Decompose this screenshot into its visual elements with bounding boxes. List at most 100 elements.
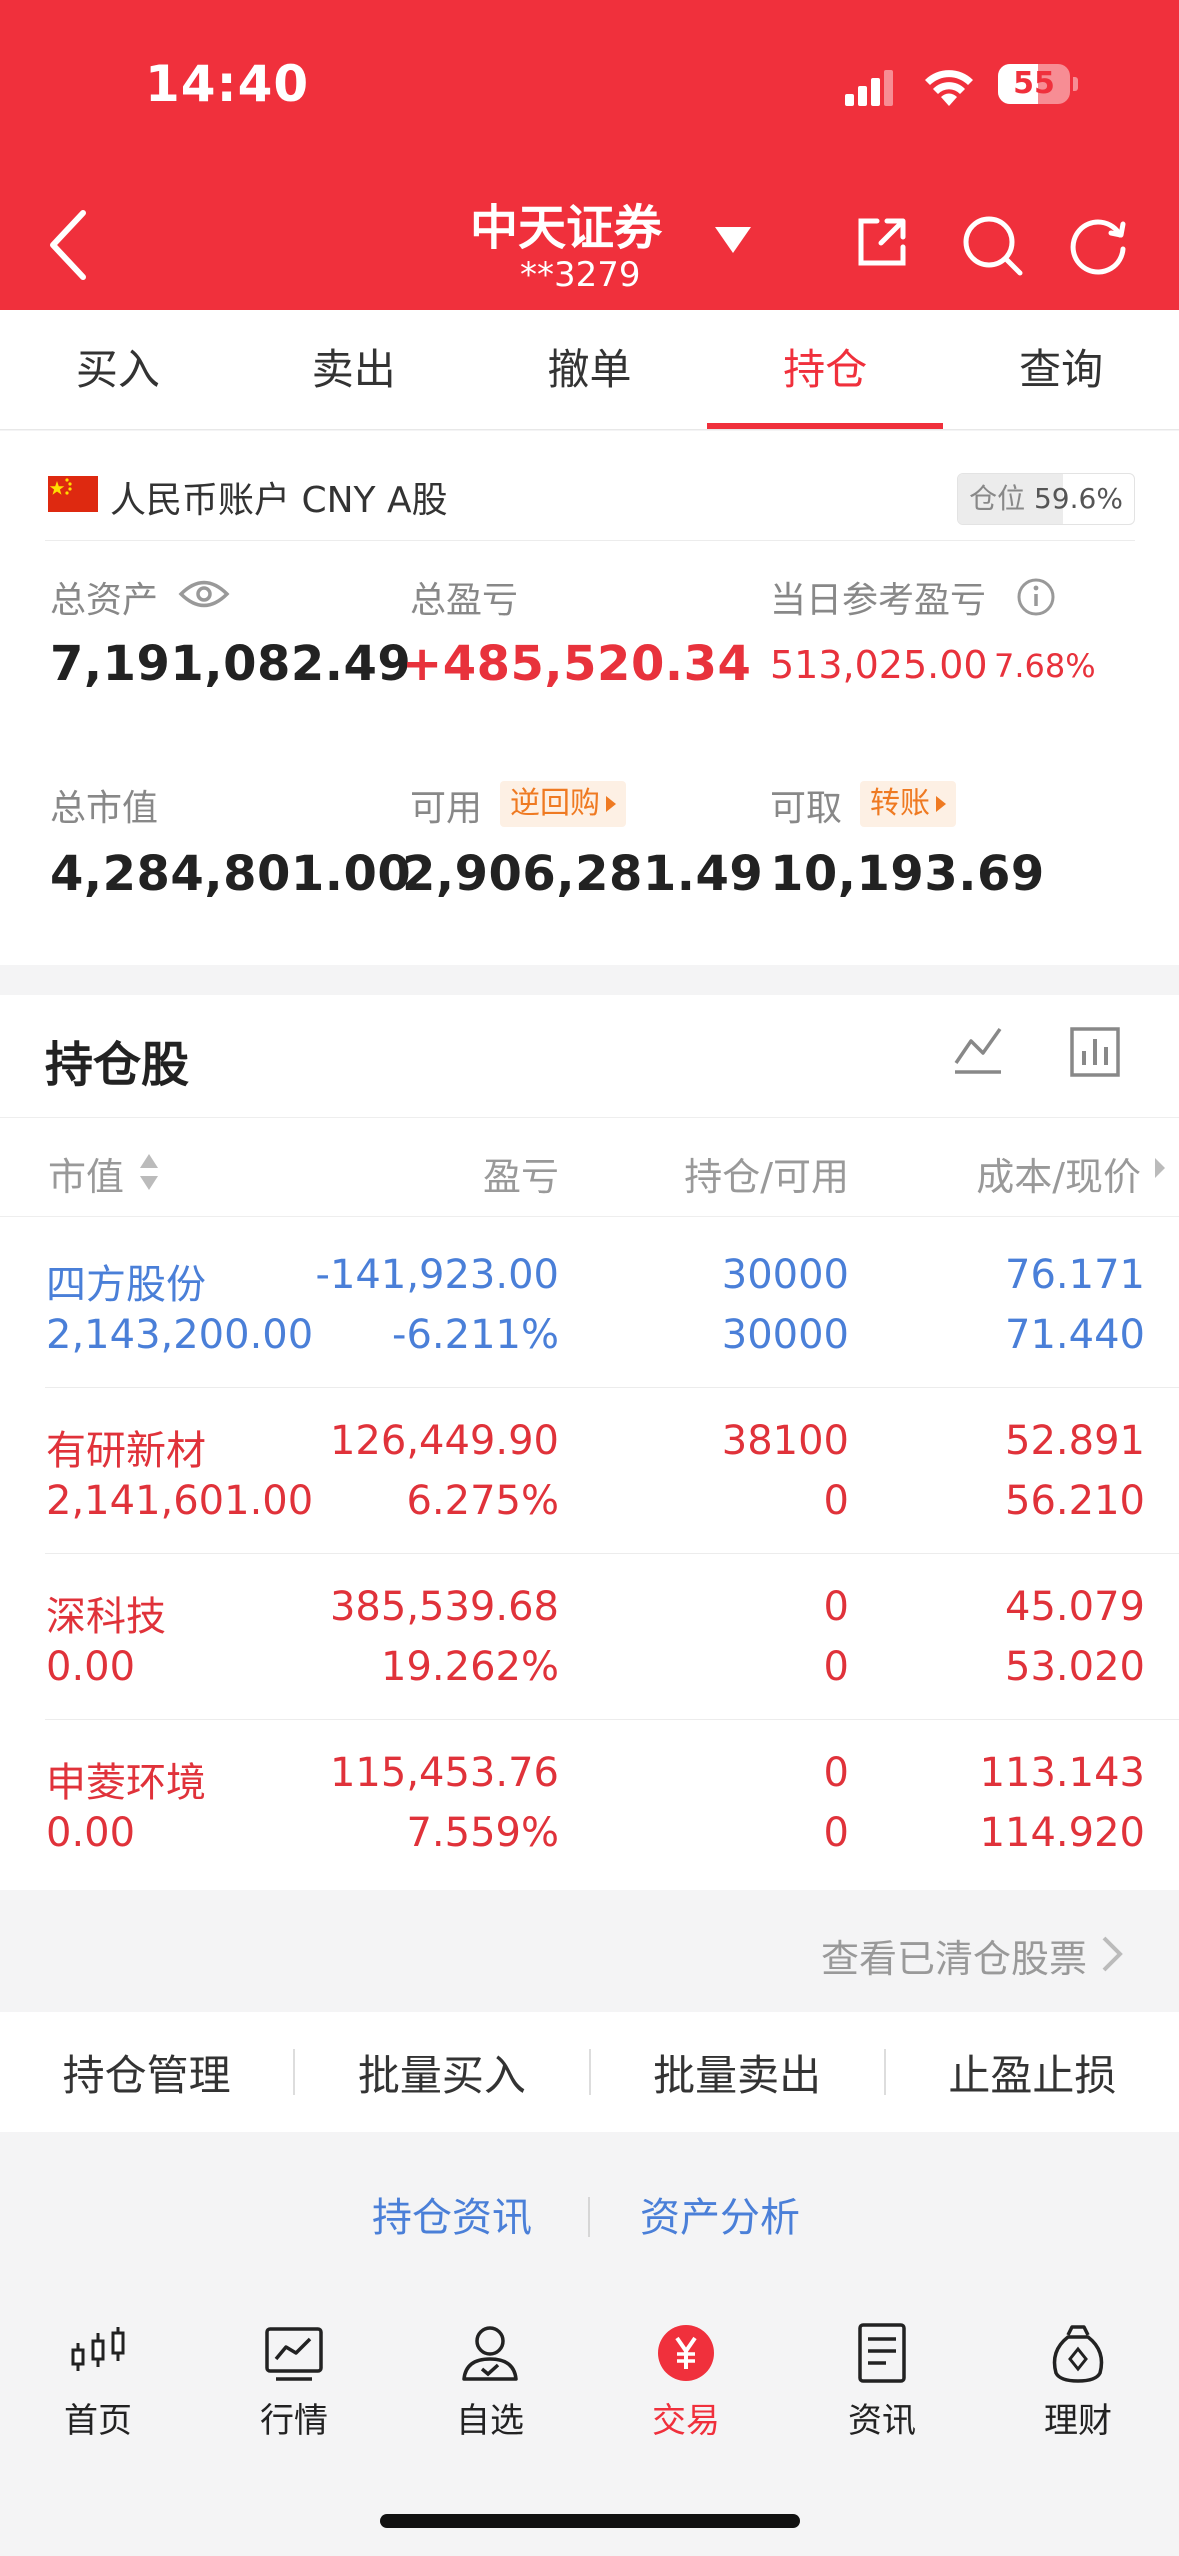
money-bag-icon: [1052, 2325, 1104, 2383]
holdings-header: 市值 盈亏 持仓/可用 成本/现价: [0, 1117, 1179, 1217]
holding-cost: 52.891: [1005, 1418, 1145, 1464]
table-row[interactable]: 有研新材 2,141,601.00 126,449.90 6.275% 38100 0 52…: [0, 1388, 1179, 1554]
col-position: 持仓/可用: [684, 1155, 849, 1199]
holding-position: 0: [823, 1584, 849, 1630]
info-links: 持仓资讯 资产分析: [0, 2175, 1179, 2255]
trend-chart-icon[interactable]: [953, 1025, 1003, 1075]
position-value: 59.6%: [1033, 482, 1123, 515]
tabbar-trade[interactable]: 交易: [606, 2321, 766, 2442]
status-time: 14:40: [145, 55, 310, 113]
holding-available: 0: [823, 1810, 849, 1856]
holding-pnl-pct: -6.211%: [392, 1312, 559, 1358]
withdrawable-value: 10,193.69: [770, 846, 1045, 902]
reverse-repo-tag[interactable]: 逆回购: [500, 781, 626, 827]
bar-chart-icon[interactable]: [1070, 1027, 1120, 1077]
stop-profit-loss-button[interactable]: 止盈止损: [886, 2042, 1179, 2103]
position-badge: 仓位 59.6%: [957, 473, 1135, 525]
holding-market-value: 0.00: [46, 1810, 136, 1856]
manage-holdings-button[interactable]: 持仓管理: [0, 2042, 293, 2103]
chevron-right-icon: [1102, 1936, 1123, 1972]
cleared-stocks-link[interactable]: 查看已清仓股票: [0, 1890, 1179, 2010]
back-button[interactable]: [45, 205, 95, 285]
holding-pnl-pct: 6.275%: [406, 1478, 559, 1524]
col-market-value[interactable]: 市值: [48, 1146, 124, 1201]
today-pnl-value: 513,025.00: [770, 643, 988, 687]
share-icon[interactable]: [853, 213, 911, 271]
tab-sell[interactable]: 卖出: [236, 310, 472, 429]
holdings-actions: 持仓管理 批量买入 批量卖出 止盈止损: [0, 2012, 1179, 2132]
eye-icon[interactable]: [178, 577, 230, 611]
holding-pnl: -141,923.00: [315, 1252, 559, 1298]
holding-cost: 113.143: [979, 1750, 1145, 1796]
tabbar-news[interactable]: 资讯: [802, 2321, 962, 2442]
tabbar-watchlist[interactable]: 自选: [410, 2321, 570, 2442]
holding-available: 30000: [721, 1312, 849, 1358]
holding-cost: 76.171: [1005, 1252, 1145, 1298]
search-icon[interactable]: [960, 213, 1024, 277]
account-number: **3279: [520, 255, 641, 295]
holding-pnl-pct: 19.262%: [381, 1644, 559, 1690]
tab-holdings[interactable]: 持仓: [707, 310, 943, 429]
document-icon: [858, 2323, 906, 2383]
withdrawable-label: 可取: [770, 788, 843, 829]
trade-tabs: 买入 卖出 撤单 持仓 查询: [0, 310, 1179, 430]
holding-market-value: 2,143,200.00: [46, 1312, 314, 1358]
holding-pnl: 385,539.68: [329, 1584, 559, 1630]
china-flag-icon: [48, 476, 98, 512]
signal-icon: [845, 70, 893, 106]
user-check-icon: [462, 2326, 518, 2381]
holdings-title: 持仓股: [45, 1037, 190, 1093]
table-row[interactable]: 深科技 0.00 385,539.68 19.262% 0 0 45.079 53.020: [0, 1554, 1179, 1720]
total-pnl-value: +485,520.34: [402, 636, 752, 692]
account-row: 人民币账户 CNY A股 仓位 59.6%: [45, 451, 1135, 541]
info-icon[interactable]: [1016, 577, 1056, 617]
holding-position: 38100: [721, 1418, 849, 1464]
holding-position: 0: [823, 1750, 849, 1796]
holding-market-value: 0.00: [46, 1644, 136, 1690]
holdings-panel: 持仓股 市值 盈亏 持仓/可用 成本/现价 四方股份 2,143,200.00 -1…: [0, 995, 1179, 1890]
tabbar-wealth[interactable]: 理财: [998, 2321, 1158, 2442]
holding-cost: 45.079: [1005, 1584, 1145, 1630]
col-cost-price: 成本/现价: [976, 1155, 1141, 1199]
batch-buy-button[interactable]: 批量买入: [295, 2042, 588, 2103]
holding-pnl: 126,449.90: [329, 1418, 559, 1464]
holding-pnl-pct: 7.559%: [406, 1810, 559, 1856]
holding-price: 71.440: [1005, 1312, 1145, 1358]
asset-analysis-link[interactable]: 资产分析: [640, 2185, 800, 2243]
page: 14:40 55 中天证券 **3279 买入 卖出 撤单 持仓 查询 人民币账…: [0, 0, 1179, 2556]
holding-name: 有研新材: [46, 1428, 206, 1474]
holding-pnl: 115,453.76: [329, 1750, 559, 1796]
tab-cancel[interactable]: 撤单: [472, 310, 708, 429]
holding-available: 0: [823, 1644, 849, 1690]
battery-indicator: 55: [998, 64, 1078, 104]
table-row[interactable]: 四方股份 2,143,200.00 -141,923.00 -6.211% 30000 3…: [0, 1222, 1179, 1388]
tab-query[interactable]: 查询: [943, 310, 1179, 429]
available-value: 2,906,281.49: [402, 846, 764, 902]
chevron-down-icon[interactable]: [713, 225, 753, 255]
holding-price: 114.920: [979, 1810, 1145, 1856]
tabbar-home[interactable]: 首页: [18, 2321, 178, 2442]
wifi-icon: [925, 70, 973, 106]
market-value-label: 总市值: [50, 788, 159, 829]
app-header: 14:40 55 中天证券 **3279: [0, 0, 1179, 310]
holding-name: 四方股份: [46, 1262, 206, 1308]
holding-price: 53.020: [1005, 1644, 1145, 1690]
sort-icon[interactable]: [138, 1152, 160, 1192]
col-pnl: 盈亏: [482, 1155, 559, 1199]
market-value-value: 4,284,801.00: [50, 846, 412, 902]
tabbar-market[interactable]: 行情: [214, 2321, 374, 2442]
holding-market-value: 2,141,601.00: [46, 1478, 314, 1524]
tab-buy[interactable]: 买入: [0, 310, 236, 429]
batch-sell-button[interactable]: 批量卖出: [591, 2042, 884, 2103]
table-row[interactable]: 申菱环境 0.00 115,453.76 7.559% 0 0 113.143 114.920: [0, 1720, 1179, 1886]
chevron-right-icon[interactable]: [1153, 1156, 1167, 1180]
broker-title[interactable]: 中天证券: [470, 188, 662, 258]
account-name: 人民币账户 CNY A股: [110, 480, 448, 521]
transfer-tag[interactable]: 转账: [860, 781, 956, 827]
today-pnl-label: 当日参考盈亏: [770, 580, 987, 621]
available-label: 可用: [410, 788, 483, 829]
home-indicator: [380, 2514, 800, 2528]
yuan-icon: [658, 2325, 714, 2381]
holdings-news-link[interactable]: 持仓资讯: [372, 2185, 532, 2243]
refresh-icon[interactable]: [1067, 213, 1129, 275]
